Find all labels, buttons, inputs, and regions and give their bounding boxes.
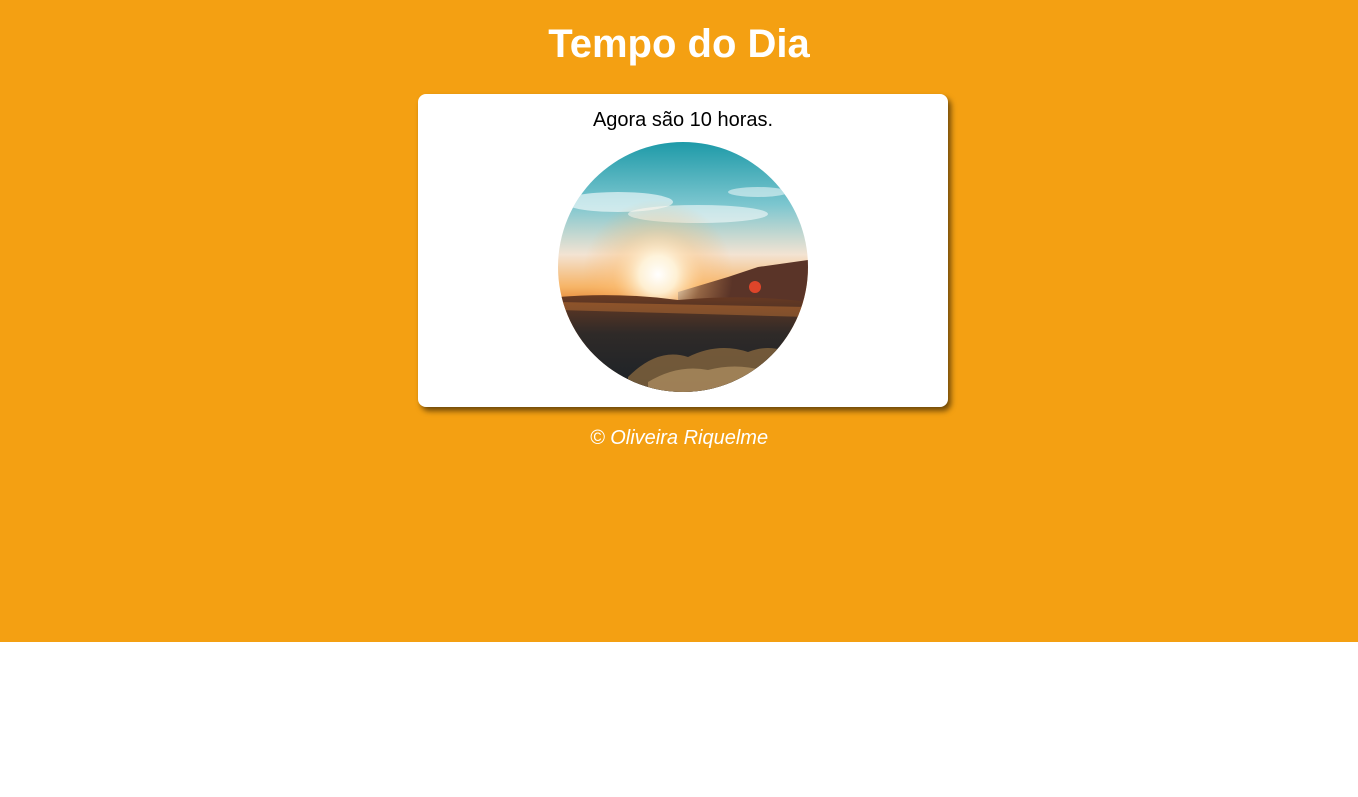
footer-credit: © Oliveira Riquelme <box>589 427 769 449</box>
time-card: Agora são 10 horas. <box>418 94 948 407</box>
page-title: Tempo do Dia <box>548 22 810 66</box>
sunrise-photo <box>558 142 808 392</box>
time-message: Agora são 10 horas. <box>592 109 774 131</box>
